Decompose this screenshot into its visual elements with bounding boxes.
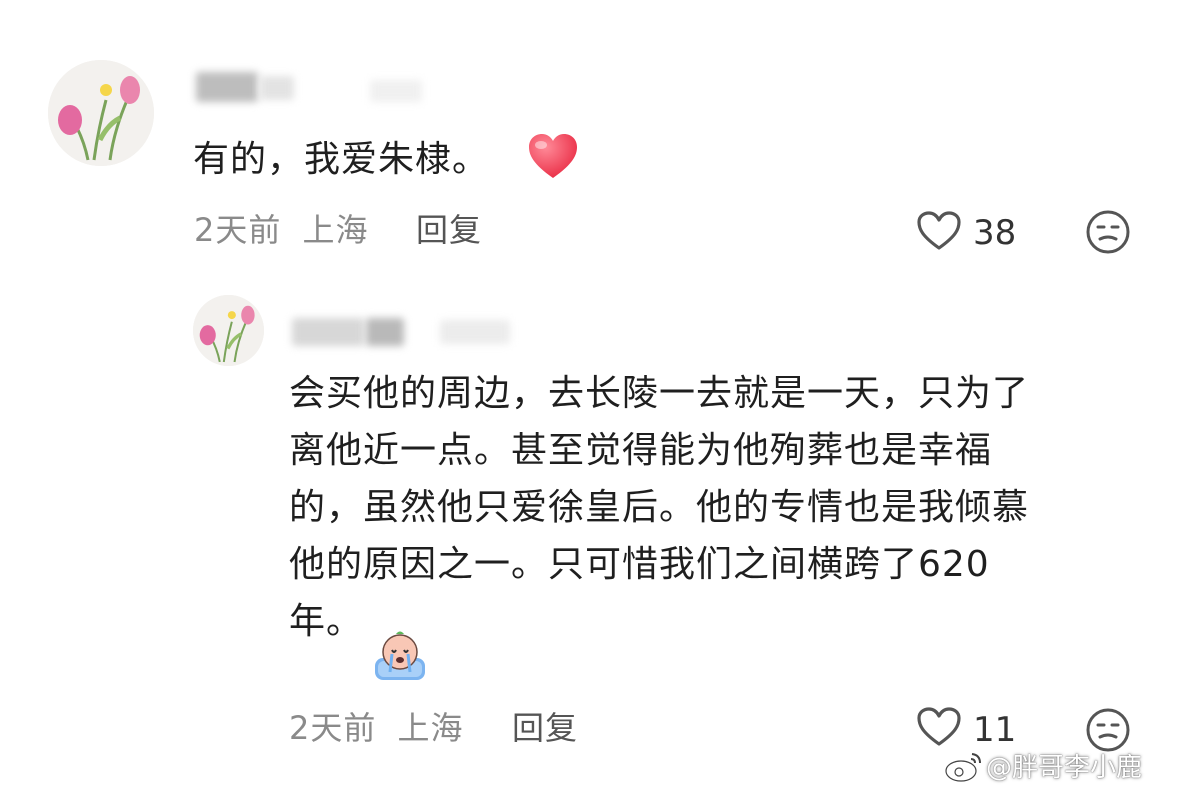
comment-text: 有的，我爱朱棣。 <box>193 139 490 180</box>
username-redacted <box>370 80 422 102</box>
like-heart-icon[interactable] <box>916 210 962 252</box>
reply-button[interactable]: 回复 <box>416 210 482 250</box>
comment-text: 有的，我爱朱棣。 <box>193 131 489 188</box>
comment-line-text: 年。 <box>289 601 364 642</box>
avatar[interactable] <box>193 295 264 366</box>
tulip-avatar-icon <box>193 295 264 366</box>
like-count: 11 <box>973 710 1017 750</box>
avatar[interactable] <box>48 60 154 166</box>
dislike-face-icon[interactable] <box>1084 706 1132 754</box>
like-count: 38 <box>973 213 1017 253</box>
username-redacted <box>440 320 510 344</box>
comment-line: 会买他的周边，去长陵一去就是一天，只为了 <box>289 373 1030 414</box>
comment-meta: 2天前 上海 <box>289 708 464 748</box>
username-redacted <box>260 76 294 100</box>
comment-meta: 2天前 上海 <box>194 210 369 250</box>
username-redacted <box>196 72 258 102</box>
username-redacted <box>366 318 404 346</box>
comment-time: 2天前 <box>289 709 377 747</box>
reply-button[interactable]: 回复 <box>512 708 578 748</box>
comment-text: 会买他的周边，去长陵一去就是一天，只为了 离他近一点。甚至觉得能为他殉葬也是幸福… <box>289 365 1119 650</box>
comment-line: 的，虽然他只爱徐皇后。他的专情也是我倾慕 <box>289 487 1030 528</box>
comment-time: 2天前 <box>194 211 282 249</box>
crying-face-sticker-icon <box>372 628 428 682</box>
like-heart-icon[interactable] <box>916 706 962 748</box>
comment-line: 离他近一点。甚至觉得能为他殉葬也是幸福 <box>289 430 993 471</box>
watermark-text: @胖哥李小鹿 <box>986 753 1143 783</box>
username-redacted <box>292 318 364 346</box>
comment-line: 他的原因之一。只可惜我们之间横跨了620 <box>289 544 990 585</box>
comment-location: 上海 <box>397 709 464 747</box>
comment-location: 上海 <box>302 211 369 249</box>
tulip-avatar-icon <box>48 60 154 166</box>
red-heart-icon <box>527 133 579 181</box>
weibo-logo-icon <box>944 750 984 784</box>
dislike-face-icon[interactable] <box>1084 208 1132 256</box>
